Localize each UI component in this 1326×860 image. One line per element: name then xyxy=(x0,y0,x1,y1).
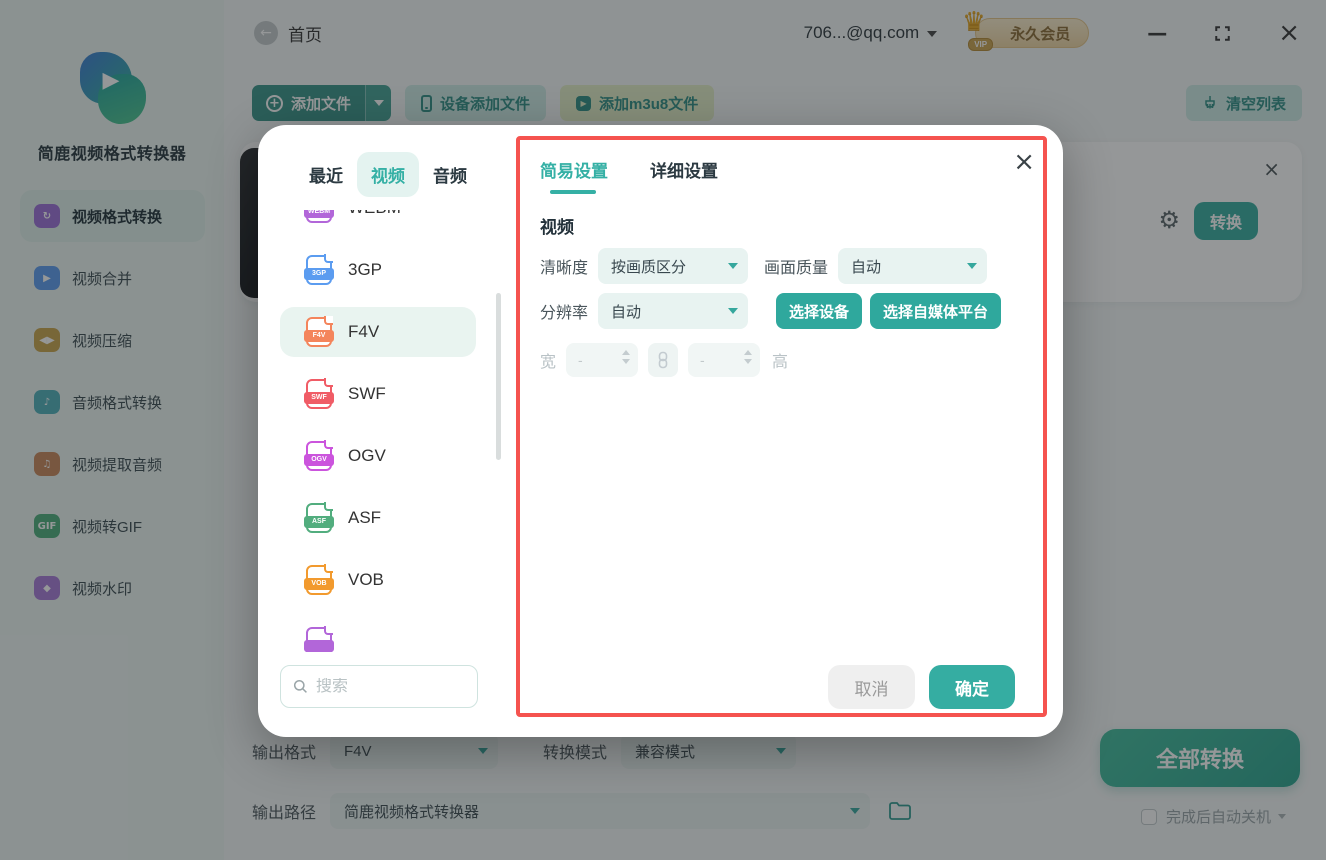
file-format-icon: OGV xyxy=(304,440,334,471)
file-format-icon: F4V xyxy=(304,316,334,347)
search-input[interactable] xyxy=(316,677,446,696)
tab-simple-settings[interactable]: 简易设置 xyxy=(540,157,608,194)
file-format-icon: SWF xyxy=(304,378,334,409)
resolution-select[interactable]: 自动 xyxy=(598,293,749,329)
close-modal-button[interactable]: × xyxy=(1013,149,1035,175)
video-section-title: 视频 xyxy=(540,218,574,237)
chevron-down-icon xyxy=(967,263,978,269)
format-list-scrollbar[interactable] xyxy=(496,293,501,460)
quality-select[interactable]: 自动 xyxy=(838,248,988,284)
format-name: SWF xyxy=(348,384,386,403)
link-dimensions-button[interactable] xyxy=(648,343,679,377)
clarity-select[interactable]: 按画质区分 xyxy=(598,248,749,284)
format-tabs: 最近 视频 音频 xyxy=(295,150,481,198)
file-format-icon xyxy=(304,626,334,652)
tab-recent[interactable]: 最近 xyxy=(295,152,357,197)
settings-tabs: 简易设置 详细设置 xyxy=(540,157,760,194)
height-input[interactable]: - xyxy=(688,343,761,377)
annotation-rectangle xyxy=(516,136,1047,717)
resolution-label: 分辨率 xyxy=(540,305,589,322)
width-label: 宽 xyxy=(540,354,557,371)
format-settings-modal: 最近 视频 音频 WEBM WEBM 3GP 3GP F4V F4V SWF xyxy=(258,125,1063,737)
format-search xyxy=(280,665,478,708)
format-list-item[interactable]: F4V F4V xyxy=(280,307,476,357)
cancel-button[interactable]: 取消 xyxy=(828,665,915,709)
format-name: ASF xyxy=(348,508,382,527)
select-device-button[interactable]: 选择设备 xyxy=(776,293,863,329)
search-icon xyxy=(293,679,308,694)
height-label: 高 xyxy=(772,354,789,371)
confirm-button[interactable]: 确定 xyxy=(929,665,1015,709)
select-platform-button[interactable]: 选择自媒体平台 xyxy=(870,293,1002,329)
format-list-item[interactable]: ASF ASF xyxy=(280,493,476,543)
tab-detailed-settings[interactable]: 详细设置 xyxy=(650,157,718,194)
format-list-item[interactable]: SWF SWF xyxy=(280,369,476,419)
file-format-icon: VOB xyxy=(304,564,334,595)
format-list-item[interactable]: OGV OGV xyxy=(280,431,476,481)
format-name: OGV xyxy=(348,446,386,465)
quality-label: 画面质量 xyxy=(764,260,829,277)
settings-panel: 简易设置 详细设置 × 视频 清晰度 按画质区分 画面质量 自动 分辨率 自动 … xyxy=(516,125,1063,737)
format-name: 3GP xyxy=(348,260,383,279)
width-input[interactable]: - xyxy=(566,343,639,377)
format-list-item[interactable]: WEBM WEBM xyxy=(280,210,476,233)
chain-link-icon xyxy=(658,351,668,369)
format-name: F4V xyxy=(348,322,380,341)
clarity-label: 清晰度 xyxy=(540,260,589,277)
stepper-arrows[interactable] xyxy=(744,350,753,364)
format-panel: 最近 视频 音频 WEBM WEBM 3GP 3GP F4V F4V SWF xyxy=(258,125,516,737)
format-list-item[interactable]: 3GP 3GP xyxy=(280,245,476,295)
format-list-item[interactable] xyxy=(280,617,476,652)
format-list-item[interactable]: VOB VOB xyxy=(280,555,476,605)
tab-audio[interactable]: 音频 xyxy=(419,152,481,197)
tab-video[interactable]: 视频 xyxy=(357,151,419,197)
stepper-arrows[interactable] xyxy=(622,350,631,364)
file-format-icon: 3GP xyxy=(304,254,334,285)
file-format-icon: ASF xyxy=(304,502,334,533)
format-name: WEBM xyxy=(348,210,401,218)
chevron-down-icon xyxy=(728,308,739,314)
chevron-down-icon xyxy=(728,263,739,269)
file-format-icon: WEBM xyxy=(304,210,334,223)
format-name: VOB xyxy=(348,570,384,589)
format-list: WEBM WEBM 3GP 3GP F4V F4V SWF SWF OGV OG… xyxy=(258,210,502,652)
